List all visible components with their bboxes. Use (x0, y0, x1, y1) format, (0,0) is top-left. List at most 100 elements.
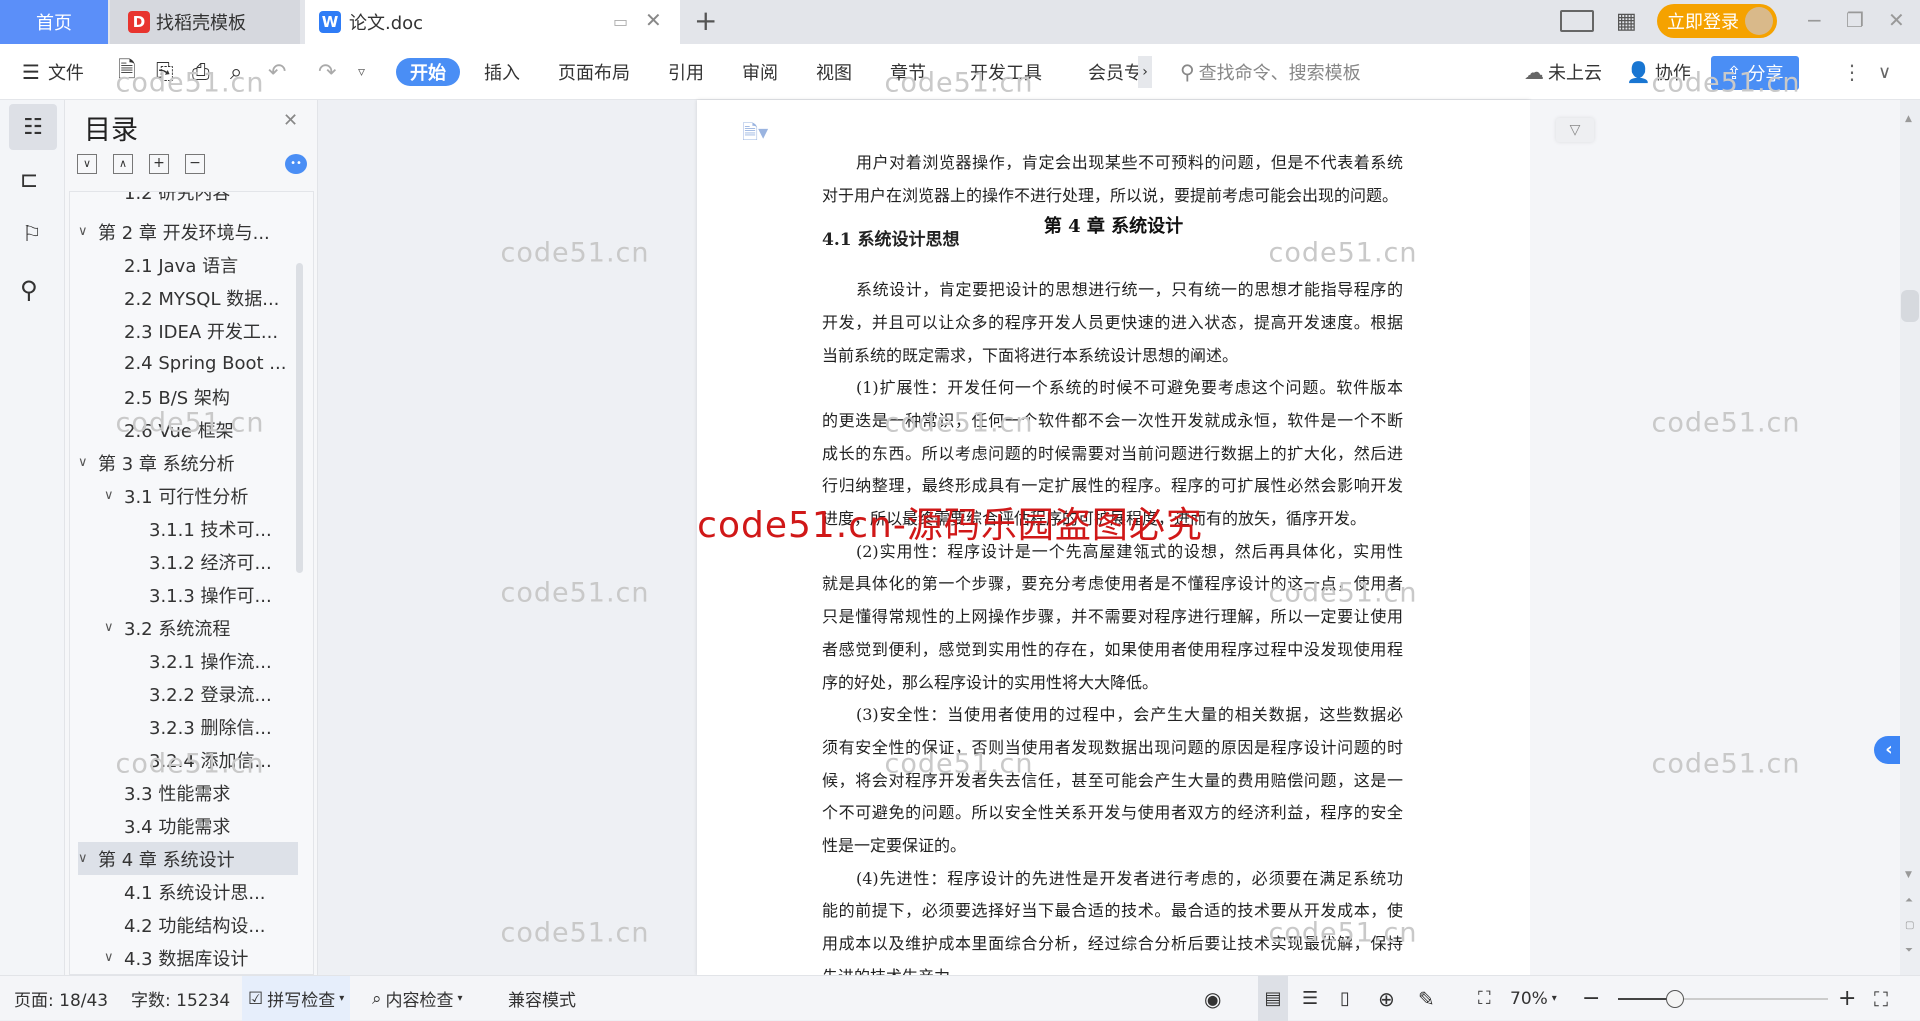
more-options-icon[interactable]: ⋮ (1842, 44, 1862, 100)
close-window-icon[interactable]: ✕ (1888, 8, 1905, 32)
tab-template[interactable]: D 找稻壳模板 (110, 0, 300, 44)
zoom-in-button[interactable]: + (1838, 976, 1856, 1021)
export-icon[interactable]: ⎘ (156, 44, 174, 100)
prev-page-icon[interactable]: ⏶ (1905, 895, 1913, 906)
collapse-all-icon[interactable]: ∧ (113, 154, 133, 174)
expand-all-icon[interactable]: ∨ (77, 154, 97, 174)
reading-view-icon[interactable]: ▯ (1340, 976, 1350, 1021)
toc-item[interactable]: 3.2.3 删除信... (70, 710, 300, 743)
print-icon[interactable]: ⎙ (192, 44, 210, 100)
ribbon-tab-developer[interactable]: 开发工具 (970, 58, 1042, 86)
toc-item[interactable]: 4.2 功能结构设... (70, 908, 300, 941)
toc-item[interactable]: ∨ 第 3 章 系统分析 (70, 446, 300, 479)
scroll-down-icon[interactable]: ▼ (1905, 870, 1912, 880)
close-icon[interactable]: ✕ (283, 110, 298, 131)
ribbon-tab-insert[interactable]: 插入 (484, 58, 520, 86)
layout-icon[interactable] (1560, 10, 1594, 32)
toc-item[interactable]: 3.3 性能需求 (70, 776, 300, 809)
close-tab-icon[interactable]: ✕ (645, 8, 662, 32)
toc-scrollbar[interactable] (296, 263, 303, 573)
toc-item[interactable]: 3.2.2 登录流... (70, 677, 300, 710)
spell-check-button[interactable]: ☑ 拼写检查 ▾ (242, 976, 351, 1021)
select-browse-icon[interactable]: ▢ (1905, 920, 1914, 931)
chevron-down-icon[interactable]: ∨ (78, 851, 88, 866)
more-icon[interactable]: •• (285, 154, 307, 174)
undo-icon[interactable]: ↶ (268, 44, 286, 100)
ribbon-tab-references[interactable]: 引用 (668, 58, 704, 86)
toc-item[interactable]: 3.2.1 操作流... (70, 644, 300, 677)
toc-item[interactable]: 2.3 IDEA 开发工... (70, 314, 300, 347)
zoom-out-button[interactable]: − (1582, 976, 1600, 1021)
outline-view-icon[interactable]: ☰ (1302, 976, 1318, 1021)
apps-grid-icon[interactable]: ▦ (1616, 9, 1637, 34)
login-button[interactable]: 立即登录 (1657, 4, 1777, 38)
filter-icon[interactable]: ▽ (1556, 118, 1594, 142)
toc-item[interactable]: 2.4 Spring Boot ... (70, 347, 300, 380)
demote-icon[interactable]: − (185, 154, 205, 174)
chevron-down-icon[interactable]: ∨ (78, 455, 88, 470)
command-search[interactable]: ⚲ 查找命令、搜索模板 (1180, 44, 1361, 100)
ribbon-more-button[interactable]: › (1138, 56, 1152, 88)
web-view-icon[interactable]: ⊕ (1378, 976, 1395, 1021)
redo-icon[interactable]: ↷ (318, 44, 336, 100)
minimize-icon[interactable]: − (1806, 8, 1823, 32)
ribbon-tab-chapter[interactable]: 章节 (890, 58, 926, 86)
ribbon-tab-view[interactable]: 视图 (816, 58, 852, 86)
toc-item[interactable]: ∨ 第 4 章 系统设计 (78, 842, 298, 875)
toc-item[interactable]: 1.2 研究内容 (70, 192, 300, 208)
write-mode-icon[interactable]: ✎ (1418, 976, 1435, 1021)
toc-item[interactable]: 3.1.2 经济可... (70, 545, 300, 578)
fullscreen-icon[interactable]: ⛶ (1874, 976, 1888, 1021)
ribbon-tab-start[interactable]: 开始 (396, 58, 460, 86)
collapse-ribbon-icon[interactable]: ∨ (1878, 44, 1891, 100)
vertical-scrollbar[interactable]: ▲ ▼ ⏶ ▢ ⏷ (1900, 100, 1920, 975)
toc-item[interactable]: 4.1 系统设计思... (70, 875, 300, 908)
scroll-up-icon[interactable]: ▲ (1905, 114, 1912, 124)
zoom-slider[interactable] (1618, 990, 1828, 1008)
toc-item[interactable]: ∨ 第 2 章 开发环境与... (70, 215, 300, 248)
chevron-down-icon[interactable]: ∨ (104, 620, 114, 635)
monitor-icon[interactable]: ▭ (613, 12, 628, 31)
next-page-icon[interactable]: ⏷ (1905, 945, 1913, 956)
zoom-dropdown[interactable]: 70% ▾ (1510, 976, 1557, 1021)
share-button[interactable]: ⇪ 分享 (1711, 56, 1799, 90)
toc-panel-icon[interactable]: ☷ (9, 104, 57, 150)
tab-home[interactable]: 首页 (0, 0, 108, 44)
tab-document[interactable]: W 论文.doc ▭ ✕ (305, 0, 680, 44)
toc-item[interactable]: 2.5 B/S 架构 (70, 380, 300, 413)
zoom-slider-thumb[interactable] (1665, 990, 1684, 1008)
chevron-down-icon[interactable]: ∨ (104, 950, 114, 965)
save-icon[interactable]: 🗎 (118, 44, 136, 100)
page-count[interactable]: 页面: 18/43 (14, 976, 108, 1021)
find-icon[interactable]: ⚲ (20, 276, 38, 304)
ribbon-tab-member[interactable]: 会员专 (1088, 58, 1142, 86)
promote-icon[interactable]: + (149, 154, 169, 174)
word-count[interactable]: 字数: 15234 (131, 976, 230, 1021)
fit-page-icon[interactable]: ⛶ (1478, 976, 1491, 1021)
cloud-button[interactable]: ☁ 未上云 (1524, 44, 1602, 100)
ribbon-tab-review[interactable]: 审阅 (742, 58, 778, 86)
toc-item[interactable]: 2.1 Java 语言 (70, 248, 300, 281)
content-check-button[interactable]: ⌕ 内容检查 ▾ (372, 976, 463, 1021)
new-tab-button[interactable]: + (694, 4, 717, 37)
chevron-down-icon[interactable]: ∨ (104, 488, 114, 503)
toc-item[interactable]: 2.2 MYSQL 数据... (70, 281, 300, 314)
print-preview-icon[interactable]: ⌕ (230, 44, 242, 100)
toc-item[interactable]: ∨ 3.1 可行性分析 (70, 479, 300, 512)
toc-item[interactable]: 2.6 Vue 框架 (70, 413, 300, 446)
navigation-icon[interactable]: ⊏ (20, 168, 38, 193)
doc-options-icon[interactable]: 🗎▾ (742, 118, 768, 152)
bookmark-icon[interactable]: ⚐ (22, 222, 42, 247)
toc-item[interactable]: 3.2.4 添加信... (70, 743, 300, 776)
restore-icon[interactable]: ❐ (1846, 8, 1864, 32)
toc-item[interactable]: 3.1.1 技术可... (70, 512, 300, 545)
toc-item[interactable]: 3.1.3 操作可... (70, 578, 300, 611)
toc-item[interactable]: ∨ 3.2 系统流程 (70, 611, 300, 644)
file-menu[interactable]: ☰ 文件 (22, 44, 84, 100)
collab-button[interactable]: 👤 协作 (1626, 44, 1691, 100)
toc-item[interactable]: ∨ 4.3 数据库设计 (70, 941, 300, 974)
ribbon-tab-layout[interactable]: 页面布局 (558, 58, 630, 86)
customize-dropdown-icon[interactable]: ▿ (358, 44, 365, 100)
eye-protection-icon[interactable]: ◉ (1204, 976, 1221, 1021)
scroll-thumb[interactable] (1901, 290, 1919, 322)
